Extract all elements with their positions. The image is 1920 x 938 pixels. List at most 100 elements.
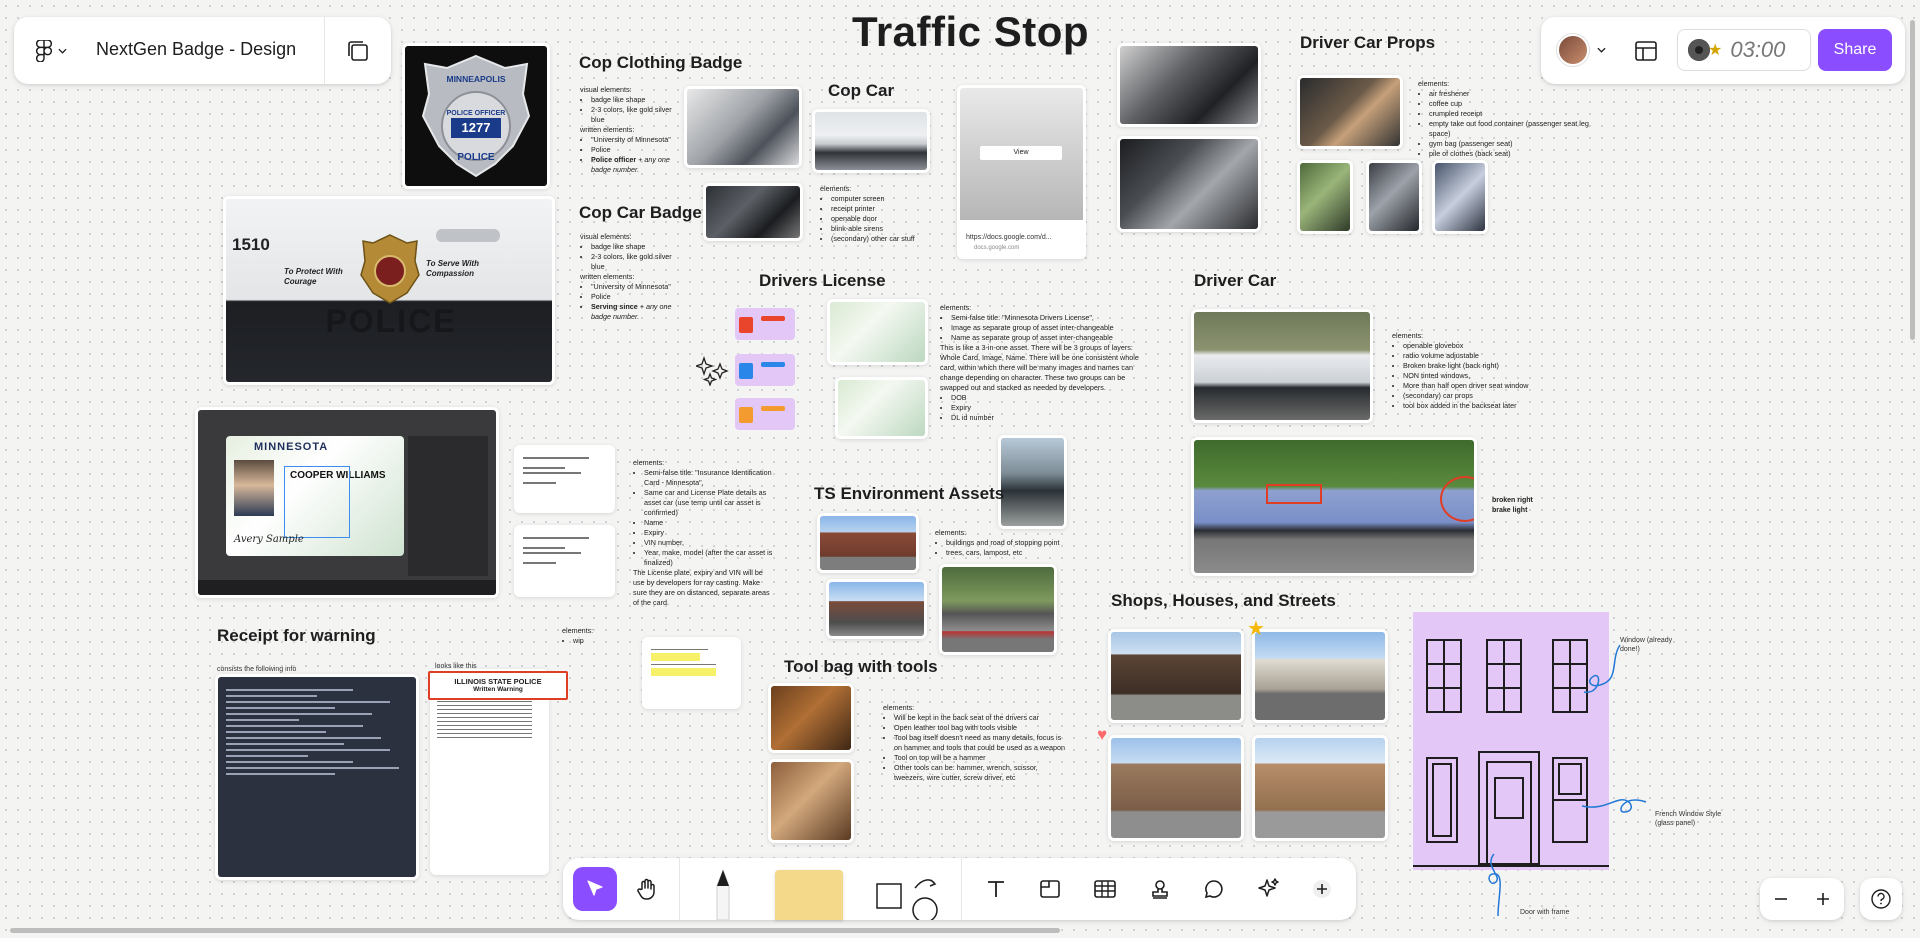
shop-image-4[interactable] xyxy=(1255,738,1385,838)
help-button[interactable] xyxy=(1860,878,1902,920)
notes-cop-car: elements: computer screen receipt printe… xyxy=(820,184,930,244)
car-interior-image-1[interactable] xyxy=(1120,46,1258,124)
environment-image-2[interactable] xyxy=(829,582,924,636)
zoom-controls xyxy=(1760,878,1844,920)
coffee-cup-image[interactable] xyxy=(1300,78,1400,146)
horizontal-scrollbar[interactable] xyxy=(10,928,1060,933)
sticky-note-tool[interactable] xyxy=(775,870,843,920)
chevron-down-icon[interactable] xyxy=(1597,47,1606,53)
license-layer-name[interactable] xyxy=(735,398,795,430)
environment-image-1[interactable] xyxy=(820,516,916,570)
timer-button[interactable]: ★ 03:00 xyxy=(1677,29,1811,71)
zoom-in-button[interactable] xyxy=(1810,886,1836,912)
more-tool[interactable] xyxy=(1300,867,1344,911)
hand-icon xyxy=(637,878,655,900)
layout-icon[interactable] xyxy=(1634,39,1658,63)
blue-sedan-image[interactable] xyxy=(1194,440,1474,573)
text-tool[interactable] xyxy=(974,867,1018,911)
notes-driver-car: elements: openable glovebox radio volume… xyxy=(1392,331,1532,411)
license-layer-image[interactable] xyxy=(735,354,795,386)
props-image-3[interactable] xyxy=(1435,163,1485,231)
license-image-2[interactable] xyxy=(838,380,925,436)
notes-tool-bag: elements: Will be kept in the back seat … xyxy=(883,703,1069,783)
section-tool[interactable] xyxy=(1028,867,1072,911)
board-title: Traffic Stop xyxy=(852,8,1090,55)
props-image-2[interactable] xyxy=(1369,163,1419,231)
pages-button[interactable] xyxy=(344,37,372,65)
window-highlight xyxy=(1266,484,1322,504)
annotation-arrow-french xyxy=(1581,799,1647,813)
notes-insurance-card: elements: Semi-false title: "Insurance I… xyxy=(633,458,775,608)
cop-car-image[interactable] xyxy=(815,112,927,170)
table-tool[interactable] xyxy=(1083,867,1127,911)
receipt-terminal-image[interactable] xyxy=(218,677,416,877)
notes-ts-environment: elements: buildings and road of stopping… xyxy=(935,528,1067,558)
figma-logo-icon xyxy=(36,40,52,62)
collab-panel: ★ 03:00 Share xyxy=(1541,17,1905,84)
zoom-out-button[interactable] xyxy=(1768,886,1794,912)
share-button[interactable]: Share xyxy=(1818,29,1892,71)
shop-image-2[interactable] xyxy=(1255,632,1385,720)
pen-tool[interactable] xyxy=(703,866,743,921)
police-car-door-image[interactable]: 1510 To Protect With Courage To Serve Wi… xyxy=(226,199,552,382)
props-image-1[interactable] xyxy=(1300,163,1350,231)
insurance-card-image-2[interactable] xyxy=(517,528,612,594)
car-computer-image[interactable] xyxy=(706,186,800,238)
section-title-cop-car: Cop Car xyxy=(828,81,895,100)
illinois-subtitle: Written Warning xyxy=(473,686,523,693)
door-motto-right: To Serve With Compassion xyxy=(426,259,479,278)
file-name[interactable]: NextGen Badge - Design xyxy=(96,39,296,60)
help-icon xyxy=(1871,889,1891,909)
white-sedan-image[interactable] xyxy=(1194,312,1370,420)
link-domain: docs.google.com xyxy=(974,245,1020,251)
brake-light-highlight xyxy=(1440,476,1474,522)
receipt-sample-image[interactable] xyxy=(645,640,738,706)
shop-image-3[interactable] xyxy=(1111,738,1241,838)
tool-bag-image-1[interactable] xyxy=(771,686,851,750)
door-badge-icon xyxy=(360,234,420,304)
text-icon xyxy=(988,881,1004,897)
license-photo xyxy=(234,460,274,516)
officer-in-car-image[interactable] xyxy=(687,89,799,165)
view-button[interactable]: View xyxy=(980,146,1062,160)
cursor-icon xyxy=(587,880,603,896)
license-state: MINNESOTA xyxy=(254,441,329,453)
environment-image-3[interactable] xyxy=(942,567,1054,652)
main-menu-button[interactable] xyxy=(28,35,76,67)
sparkle-icon xyxy=(1258,878,1279,897)
avatar[interactable] xyxy=(1557,34,1589,66)
sparkle-icon xyxy=(696,356,729,386)
section-title-driver-car: Driver Car xyxy=(1194,271,1277,290)
shape-tool[interactable] xyxy=(873,870,943,923)
door-police-word: POLICE xyxy=(325,303,457,339)
license-editor-screenshot[interactable]: MINNESOTA COOPER WILLIAMS Avery Sample xyxy=(198,410,496,595)
written-warning-form-image[interactable] xyxy=(433,672,546,872)
license-image-1[interactable] xyxy=(830,302,925,362)
notes-cop-car-badge: visual elements: badge like shape 2-3 co… xyxy=(580,232,680,322)
plus-icon xyxy=(1313,880,1331,898)
officer-walking-image[interactable] xyxy=(1001,438,1064,526)
license-layer-card[interactable] xyxy=(735,308,795,340)
divider xyxy=(324,17,325,84)
ai-tool[interactable] xyxy=(1247,867,1291,911)
divider xyxy=(679,858,680,920)
tool-bag-image-2[interactable] xyxy=(771,762,851,840)
annotation-arrow-door xyxy=(1488,853,1501,917)
car-interior-image-2[interactable] xyxy=(1120,139,1258,229)
select-tool[interactable] xyxy=(573,867,617,911)
vertical-scrollbar[interactable] xyxy=(1910,20,1915,340)
shop-image-1[interactable] xyxy=(1111,632,1241,720)
comment-tool[interactable] xyxy=(1192,867,1236,911)
file-panel: NextGen Badge - Design xyxy=(14,17,391,84)
heart-sticker-icon: ♥ xyxy=(1097,725,1108,744)
shapes-icon xyxy=(876,879,938,923)
stamp-tool[interactable] xyxy=(1138,867,1182,911)
section-title-drivers-license: Drivers License xyxy=(759,271,886,290)
hand-tool[interactable] xyxy=(625,867,669,911)
google-docs-link-card[interactable]: View https://docs.google.com/d... docs.g… xyxy=(960,88,1083,256)
notes-receipt: elements: wip xyxy=(562,626,622,646)
badge-image[interactable]: MINNEAPOLIS POLICE OFFICER 1277 POLICE xyxy=(405,46,547,186)
notes-cop-clothing-badge: visual elements: badge like shape 2-3 co… xyxy=(580,85,680,175)
notes-drivers-license: elements: Semi-false title: "Minnesota D… xyxy=(940,303,1152,423)
insurance-card-image-1[interactable] xyxy=(517,448,612,510)
